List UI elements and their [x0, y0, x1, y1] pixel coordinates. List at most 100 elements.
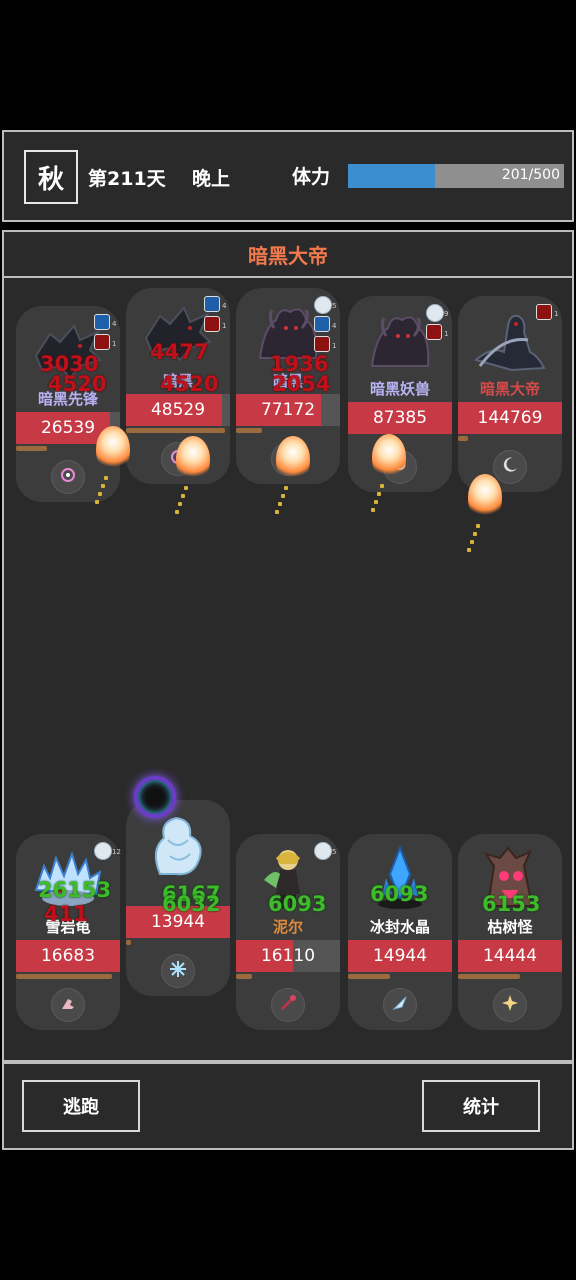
badge-count: 12 [112, 848, 121, 856]
skill-button[interactable] [493, 988, 527, 1022]
gem-badge-icon [94, 842, 112, 860]
gem-badge-icon [314, 296, 332, 314]
spark-particle [374, 500, 378, 504]
badge-count: 5 [332, 848, 337, 856]
unit-name: 暗黑大帝 [479, 380, 540, 398]
energy-bar [126, 940, 132, 945]
energy-bar [236, 428, 262, 433]
gem-badge-icon [426, 304, 444, 322]
heal-number: 6093 [268, 892, 327, 916]
skill-button[interactable] [161, 954, 195, 988]
hp-bar: 16110 [236, 940, 340, 972]
buff-badge-icon [94, 314, 110, 330]
spark-particle [467, 548, 471, 552]
energy-bar [348, 974, 390, 979]
ally-card[interactable]: 冰封水晶 14944 [348, 834, 452, 1030]
skill-button[interactable] [383, 988, 417, 1022]
ally-card[interactable]: 5 泥尔 16110 [236, 834, 340, 1030]
skill-button[interactable] [271, 988, 305, 1022]
spark-particle [371, 508, 375, 512]
heal-number: 6153 [482, 892, 541, 916]
heal-number: 26153 [38, 878, 112, 902]
fireball-effect [276, 436, 310, 482]
hp-bar: 48529 [126, 394, 230, 426]
ally-card[interactable]: 枯树怪 14444 [458, 834, 562, 1030]
snowflake-icon [168, 959, 188, 983]
ice-dragon-sprite [140, 810, 216, 878]
skill-button[interactable] [493, 450, 527, 484]
battle-field: 4 1 暗黑先锋 26539 4 1 暗黑 48529 5 4 1 暗黑 77172 9 1 暗黑妖兽 8738… [2, 278, 574, 1062]
damage-number: 4520 [48, 372, 107, 396]
heal-number: 6093 [370, 882, 429, 906]
damage-number: 2054 [272, 372, 331, 396]
hp-value: 77172 [260, 400, 316, 420]
spark-particle [476, 524, 480, 528]
hp-value: 14944 [372, 946, 428, 966]
damage-number: 4477 [150, 340, 209, 364]
spark-particle [175, 510, 179, 514]
badge-count: 4 [222, 302, 227, 310]
spark-particle [284, 486, 288, 490]
badge-count: 5 [332, 302, 337, 310]
debuff-badge-icon [314, 336, 330, 352]
stats-button[interactable]: 统计 [422, 1080, 540, 1132]
hp-value: 14444 [482, 946, 538, 966]
badge-count: 1 [112, 340, 117, 348]
unit-name: 冰封水晶 [369, 918, 430, 936]
stamina-value: 201/500 [501, 167, 560, 183]
burst-icon [500, 993, 520, 1017]
badge-count: 1 [332, 342, 337, 350]
energy-bar [458, 974, 521, 979]
hp-value: 144769 [477, 408, 543, 428]
spark-particle [380, 484, 384, 488]
season-indicator: 秋 [24, 150, 78, 204]
hp-bar: 144769 [458, 402, 562, 434]
spark-particle [278, 502, 282, 506]
hp-value: 16683 [40, 946, 96, 966]
spark-particle [184, 486, 188, 490]
ally-card[interactable]: 12 雪岩龟 16683 [16, 834, 121, 1030]
hp-bar: 87385 [348, 402, 452, 434]
battle-title-bar: 暗黑大帝 [2, 230, 574, 278]
hp-value: 87385 [372, 408, 428, 428]
badge-count: 4 [112, 320, 117, 328]
spark-particle [377, 492, 381, 496]
enemy-card[interactable]: 1 暗黑大帝 144769 [458, 296, 562, 492]
energy-bar [236, 974, 252, 979]
fireball-effect [468, 474, 502, 520]
skill-button[interactable] [51, 988, 85, 1022]
badge-count: 1 [444, 330, 449, 338]
fireball-effect [176, 436, 210, 482]
moon-icon [500, 455, 520, 479]
spark-particle [101, 484, 105, 488]
gem-badge-icon [314, 842, 332, 860]
stamina-fill [348, 164, 435, 188]
boot-icon [58, 993, 78, 1017]
enemy-card[interactable]: 4 1 暗黑先锋 26539 [16, 306, 120, 502]
stamina-label: 体力 [292, 166, 331, 188]
skill-button[interactable] [51, 460, 85, 494]
spark-particle [275, 510, 279, 514]
energy-bar [458, 436, 469, 441]
buff-badge-icon [204, 296, 220, 312]
spark-particle [178, 502, 182, 506]
time-of-day: 晚上 [192, 168, 231, 190]
spark-particle [473, 532, 477, 536]
flee-button[interactable]: 逃跑 [22, 1080, 140, 1132]
unit-name: 暗黑妖兽 [369, 380, 430, 398]
hp-bar: 16683 [16, 940, 120, 972]
spark-particle [98, 492, 102, 496]
debuff-badge-icon [94, 334, 110, 350]
hp-bar: 14444 [458, 940, 562, 972]
badge-count: 1 [222, 322, 227, 330]
badge-count: 9 [444, 310, 449, 318]
energy-bar [16, 974, 112, 979]
magic-orb-effect [134, 776, 176, 818]
ice-shard-icon [390, 993, 410, 1017]
hp-value: 48529 [150, 400, 206, 420]
damage-number: 4520 [160, 372, 219, 396]
spark-particle [95, 500, 99, 504]
day-counter: 第211天 [88, 168, 166, 190]
debuff-badge-icon [426, 324, 442, 340]
spark-particle [181, 494, 185, 498]
